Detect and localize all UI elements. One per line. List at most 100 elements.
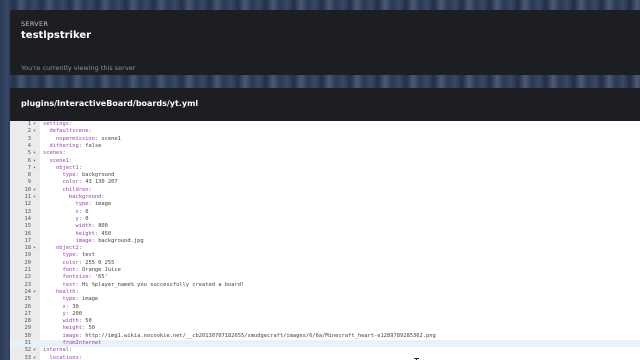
fold-toggle-icon[interactable]: ▾ bbox=[33, 289, 36, 296]
code-text: fontsize: '65' bbox=[43, 274, 108, 281]
code-line[interactable]: 11 ▾ background: bbox=[10, 194, 640, 201]
line-number: 5 bbox=[27, 150, 31, 157]
code-text: internal: bbox=[43, 347, 73, 354]
line-number: 33 bbox=[24, 354, 32, 360]
line-number: 23 bbox=[24, 281, 32, 288]
code-line[interactable]: 15 width: 800 bbox=[10, 223, 640, 230]
code-line[interactable]: 26 x: 30 bbox=[10, 304, 640, 311]
line-number: 3 bbox=[27, 135, 31, 142]
code-text: defaultscene: bbox=[43, 128, 92, 135]
code-text: height: 50 bbox=[43, 325, 95, 332]
code-line[interactable]: 27 y: 200 bbox=[10, 311, 640, 318]
line-number: 4 bbox=[27, 142, 31, 149]
code-text: color: 43 130 207 bbox=[43, 179, 118, 186]
line-number: 10 bbox=[24, 186, 32, 193]
code-line[interactable]: 25 type: image bbox=[10, 296, 640, 303]
line-number: 7 bbox=[27, 164, 31, 171]
code-line[interactable]: 22 fontsize: '65' bbox=[10, 274, 640, 281]
code-line[interactable]: 33 ▾ locations: bbox=[10, 355, 640, 360]
code-text: type: text bbox=[43, 252, 95, 259]
code-text: nopermission: scene1 bbox=[43, 135, 121, 142]
line-number: 9 bbox=[27, 179, 31, 186]
code-line[interactable]: 18 ▾ object2: bbox=[10, 245, 640, 252]
code-line[interactable]: 31 fromInternet bbox=[10, 340, 640, 348]
line-number: 29 bbox=[24, 325, 32, 332]
code-line[interactable]: 14 y: 0 bbox=[10, 216, 640, 223]
code-text: locations: bbox=[43, 354, 82, 360]
code-line[interactable]: 32 ▾ internal: bbox=[10, 347, 640, 354]
fold-toggle-icon[interactable]: ▾ bbox=[33, 187, 36, 194]
code-line[interactable]: 1 ▾ settings: bbox=[10, 121, 640, 128]
fold-toggle-icon[interactable]: ▾ bbox=[33, 150, 36, 157]
code-text: width: 50 bbox=[43, 318, 92, 325]
server-name: testlpstriker bbox=[21, 30, 92, 41]
code-text: y: 200 bbox=[43, 310, 82, 317]
code-line[interactable]: 12 type: image bbox=[10, 201, 640, 208]
fold-toggle-icon[interactable]: ▾ bbox=[33, 347, 36, 354]
code-text: type: image bbox=[43, 296, 99, 303]
code-line[interactable]: 17 image: background.jpg bbox=[10, 238, 640, 245]
code-text: text: Hi %player_name% you successfully … bbox=[43, 281, 245, 288]
fold-toggle-icon[interactable]: ▾ bbox=[33, 158, 36, 165]
code-text: dithering: false bbox=[43, 142, 102, 149]
line-number: 12 bbox=[24, 201, 32, 208]
code-line[interactable]: 4 dithering: false bbox=[10, 143, 640, 150]
code-text: fromInternet bbox=[43, 340, 102, 346]
code-line[interactable]: 21 font: Orange Juice bbox=[10, 267, 640, 274]
server-subtitle: You're currently viewing this server bbox=[21, 64, 136, 72]
code-line[interactable]: 16 height: 450 bbox=[10, 231, 640, 238]
code-text: background: bbox=[43, 194, 105, 200]
code-line[interactable]: 9 color: 43 130 207 bbox=[10, 179, 640, 186]
line-number: 27 bbox=[24, 310, 32, 317]
code-line[interactable]: 19 type: text bbox=[10, 252, 640, 259]
code-text: scenes: bbox=[43, 150, 66, 157]
code-text: y: 0 bbox=[43, 215, 89, 222]
code-text: health: bbox=[43, 288, 79, 295]
line-number: 28 bbox=[24, 318, 32, 325]
code-text: image: http://img1.wikia.nocookie.net/__… bbox=[43, 332, 436, 339]
fold-toggle-icon[interactable]: ▾ bbox=[33, 121, 36, 128]
code-line[interactable]: 13 x: 0 bbox=[10, 209, 640, 216]
line-number: 11 bbox=[24, 194, 32, 200]
code-line[interactable]: 23 text: Hi %player_name% you successful… bbox=[10, 282, 640, 289]
code-text: x: 30 bbox=[43, 303, 79, 310]
code-line[interactable]: 29 height: 50 bbox=[10, 325, 640, 332]
code-line[interactable]: 6 ▾ scene1: bbox=[10, 158, 640, 165]
file-editor-card: plugins/InteractiveBoard/boards/yt.yml 1… bbox=[10, 88, 640, 360]
line-number: 15 bbox=[24, 223, 32, 230]
code-line[interactable]: 3 nopermission: scene1 bbox=[10, 136, 640, 143]
code-editor[interactable]: 1 ▾ settings: 2 ▾ defaultscene: 3 nopermissio… bbox=[10, 121, 640, 360]
fold-toggle-icon[interactable]: ▾ bbox=[33, 194, 36, 201]
code-line[interactable]: 10 ▾ children: bbox=[10, 187, 640, 194]
line-number: 16 bbox=[24, 230, 32, 237]
code-text: height: 450 bbox=[43, 230, 112, 237]
line-number: 25 bbox=[24, 296, 32, 303]
code-text: x: 0 bbox=[43, 208, 89, 215]
code-text: width: 800 bbox=[43, 223, 108, 230]
code-text: settings: bbox=[43, 121, 73, 127]
code-line[interactable]: 28 width: 50 bbox=[10, 318, 640, 325]
line-number: 19 bbox=[24, 252, 32, 259]
line-number: 20 bbox=[24, 259, 32, 266]
code-text: object1: bbox=[43, 164, 82, 171]
line-number: 32 bbox=[24, 347, 32, 354]
fold-toggle-icon[interactable]: ▾ bbox=[33, 128, 36, 135]
fold-toggle-icon[interactable]: ▾ bbox=[33, 165, 36, 172]
file-path: plugins/InteractiveBoard/boards/yt.yml bbox=[21, 99, 199, 108]
code-line[interactable]: 24 ▾ health: bbox=[10, 289, 640, 296]
line-number: 26 bbox=[24, 303, 32, 310]
line-number: 18 bbox=[24, 245, 32, 252]
code-line[interactable]: 2 ▾ defaultscene: bbox=[10, 128, 640, 135]
code-line[interactable]: 20 color: 255 0 255 bbox=[10, 260, 640, 267]
code-line[interactable]: 30 image: http://img1.wikia.nocookie.net… bbox=[10, 333, 640, 340]
line-number: 24 bbox=[24, 288, 32, 295]
fold-toggle-icon[interactable]: ▾ bbox=[33, 355, 36, 360]
code-line[interactable]: 8 type: background bbox=[10, 172, 640, 179]
code-line[interactable]: 5 ▾ scenes: bbox=[10, 150, 640, 157]
line-number: 22 bbox=[24, 274, 32, 281]
code-line[interactable]: 7 ▾ object1: bbox=[10, 165, 640, 172]
code-text: object2: bbox=[43, 245, 82, 252]
code-text: font: Orange Juice bbox=[43, 267, 121, 273]
fold-toggle-icon[interactable]: ▾ bbox=[33, 245, 36, 252]
line-number: 8 bbox=[27, 172, 31, 179]
